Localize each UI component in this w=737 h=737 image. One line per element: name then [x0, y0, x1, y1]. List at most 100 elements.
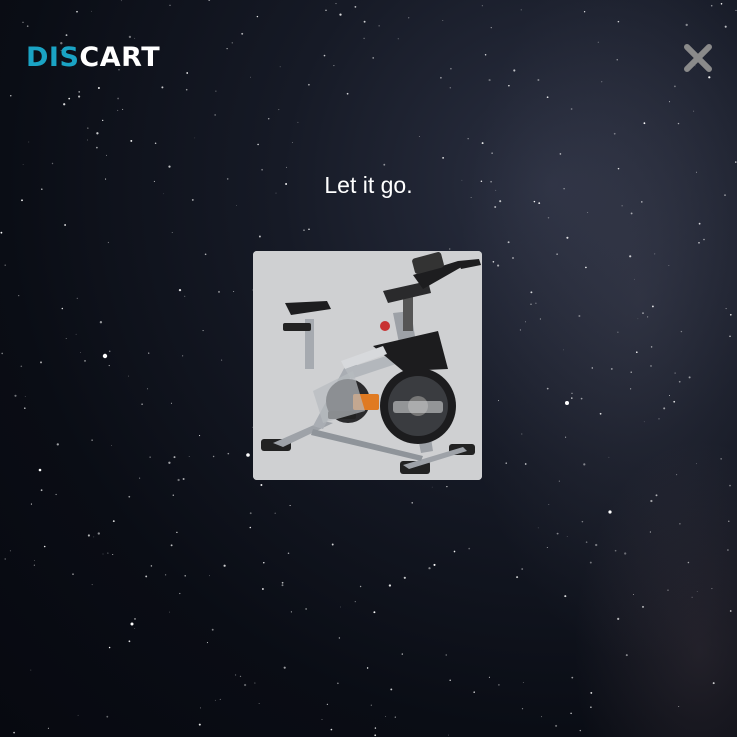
- star: [728, 520, 730, 522]
- star: [291, 142, 293, 143]
- bright-star: [130, 622, 134, 626]
- star: [641, 201, 643, 203]
- star: [134, 37, 136, 39]
- star: [408, 17, 410, 19]
- star: [729, 484, 731, 487]
- star: [96, 132, 99, 135]
- close-button[interactable]: [680, 40, 716, 76]
- star: [308, 228, 310, 231]
- star: [440, 76, 442, 79]
- star: [117, 109, 119, 111]
- bright-star: [38, 468, 42, 472]
- star: [72, 573, 74, 575]
- star: [14, 394, 17, 397]
- star: [673, 400, 676, 403]
- star: [446, 485, 448, 488]
- star: [335, 3, 337, 5]
- star: [338, 637, 341, 639]
- star: [590, 691, 593, 694]
- star: [491, 152, 493, 154]
- star: [182, 478, 185, 480]
- star: [30, 669, 32, 671]
- star: [442, 20, 444, 22]
- star: [512, 257, 514, 259]
- product-card[interactable]: [253, 251, 482, 480]
- star: [590, 706, 592, 708]
- star: [597, 41, 599, 43]
- star: [473, 691, 475, 693]
- star: [112, 553, 114, 556]
- star: [226, 47, 228, 50]
- star: [107, 241, 109, 244]
- star: [418, 135, 420, 138]
- star: [359, 585, 362, 588]
- star: [378, 25, 380, 27]
- star: [165, 574, 167, 576]
- star: [303, 229, 305, 231]
- star: [337, 682, 339, 685]
- logo-part-dis: DIS: [26, 42, 80, 73]
- star: [281, 584, 284, 587]
- star: [250, 76, 251, 78]
- star: [206, 642, 208, 644]
- star: [658, 418, 660, 420]
- star: [490, 26, 492, 29]
- star: [710, 4, 713, 7]
- star: [630, 388, 632, 390]
- star: [373, 611, 376, 614]
- star: [4, 558, 6, 560]
- star: [24, 395, 26, 397]
- star: [530, 291, 533, 294]
- star: [96, 146, 98, 149]
- star: [537, 79, 540, 81]
- star: [267, 117, 270, 120]
- star: [649, 531, 652, 533]
- star: [533, 200, 536, 203]
- star: [522, 682, 524, 683]
- discart-logo[interactable]: DISCART: [26, 42, 160, 73]
- star: [497, 264, 500, 267]
- star: [641, 605, 645, 608]
- star: [711, 588, 713, 590]
- star: [99, 321, 103, 324]
- star: [539, 318, 541, 320]
- star: [168, 611, 170, 613]
- star: [102, 553, 104, 555]
- star: [86, 139, 88, 141]
- star: [128, 495, 131, 498]
- star: [703, 238, 705, 241]
- star: [91, 10, 93, 12]
- star: [589, 561, 592, 564]
- star: [547, 217, 550, 219]
- star: [308, 83, 310, 86]
- star: [546, 96, 549, 99]
- star: [249, 526, 252, 529]
- star: [676, 474, 678, 476]
- star: [546, 547, 548, 548]
- star: [724, 25, 727, 28]
- star: [729, 610, 732, 612]
- star: [370, 704, 372, 706]
- logo-part-cart: CART: [79, 42, 161, 73]
- star: [668, 394, 671, 397]
- star: [712, 682, 715, 685]
- star: [498, 684, 500, 686]
- star: [61, 307, 64, 310]
- star: [571, 676, 574, 679]
- star: [22, 164, 24, 165]
- star: [198, 723, 201, 726]
- star: [91, 439, 93, 441]
- star: [274, 512, 276, 514]
- star: [261, 168, 263, 171]
- star: [78, 95, 81, 98]
- star: [287, 552, 290, 554]
- star: [678, 380, 681, 383]
- star: [321, 719, 323, 720]
- star: [449, 87, 451, 89]
- star: [51, 162, 54, 165]
- star: [278, 109, 280, 111]
- star: [106, 715, 109, 718]
- star: [388, 584, 392, 587]
- star: [643, 421, 645, 423]
- star: [621, 205, 623, 207]
